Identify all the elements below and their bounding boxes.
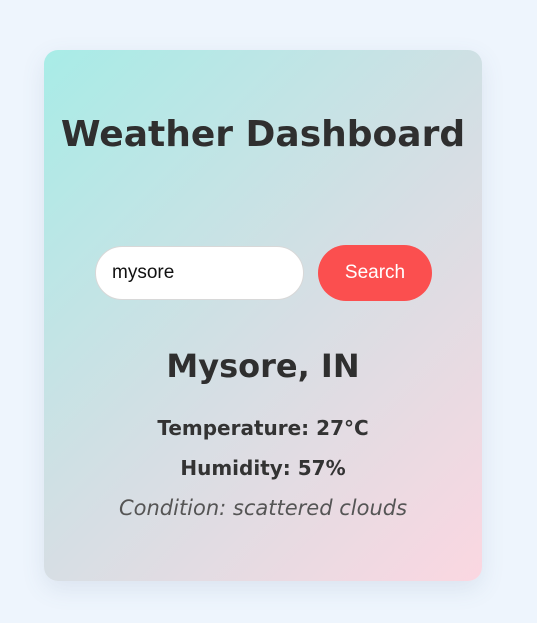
city-name: Mysore, IN xyxy=(166,347,360,385)
temperature-text: Temperature: 27°C xyxy=(157,416,369,440)
weather-card: Weather Dashboard Search Mysore, IN Temp… xyxy=(44,50,482,581)
humidity-text: Humidity: 57% xyxy=(180,456,346,480)
search-button[interactable]: Search xyxy=(318,245,432,301)
condition-text: Condition: scattered clouds xyxy=(118,496,408,520)
city-search-input[interactable] xyxy=(95,246,304,300)
page-title: Weather Dashboard xyxy=(60,114,466,155)
